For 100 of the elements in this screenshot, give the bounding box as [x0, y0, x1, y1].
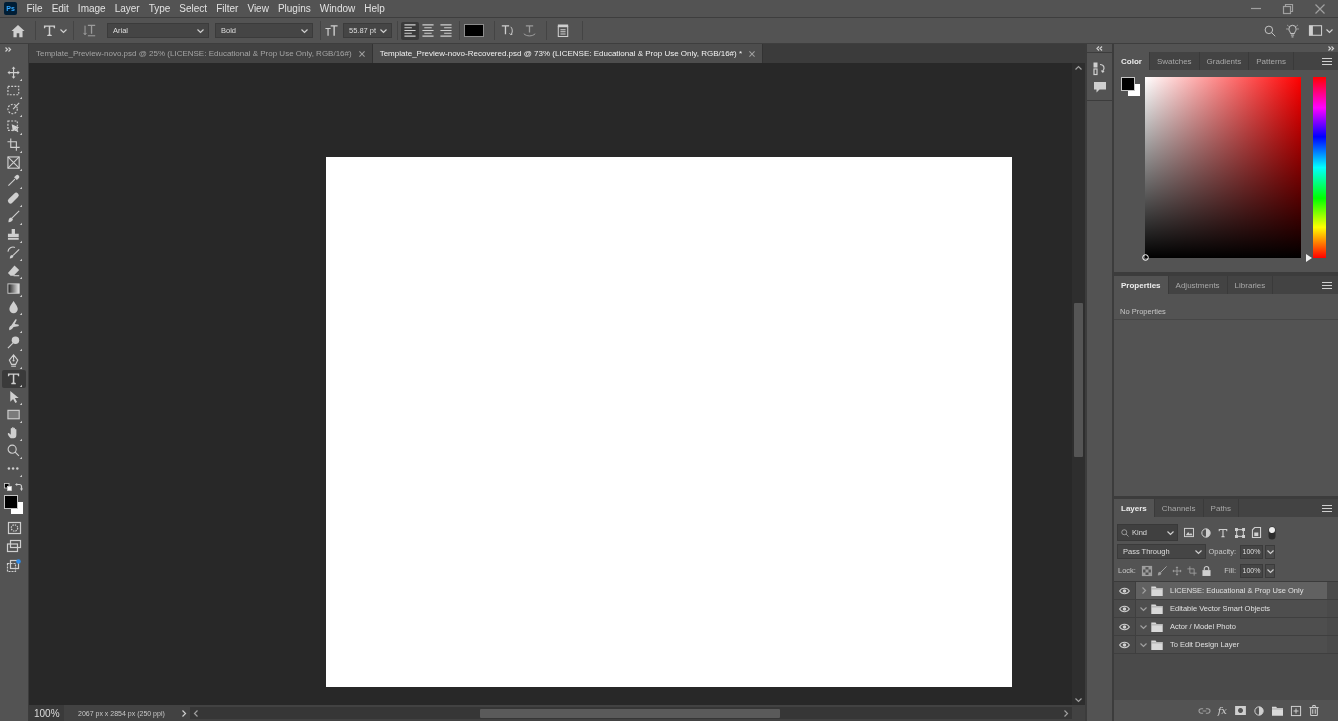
panel-tab[interactable]: Layers	[1114, 499, 1155, 517]
scrollbar-thumb[interactable]	[480, 708, 780, 718]
panel-tab[interactable]: Color	[1114, 52, 1150, 70]
letter-t-icon[interactable]	[1218, 527, 1228, 538]
close-icon[interactable]	[1315, 3, 1325, 14]
panel-tab[interactable]: Swatches	[1149, 52, 1200, 70]
link-icon[interactable]	[1198, 707, 1210, 714]
panel-tab[interactable]: Channels	[1154, 499, 1204, 517]
menu-item[interactable]: Plugins	[273, 2, 316, 15]
filter-toggle[interactable]	[1268, 525, 1276, 540]
eye-icon[interactable]	[1119, 622, 1130, 631]
panel-tab[interactable]: Patterns	[1249, 52, 1295, 70]
scrollbar-thumb[interactable]	[1074, 303, 1083, 457]
workspace-icon[interactable]	[1309, 25, 1322, 36]
trash-icon[interactable]	[1309, 705, 1319, 716]
transform-box-icon[interactable]	[1235, 527, 1245, 538]
caret-icon	[197, 28, 204, 33]
caret-icon[interactable]	[60, 28, 67, 33]
menu-item[interactable]: Layer	[110, 2, 145, 15]
color-swatches-icon[interactable]	[1121, 77, 1141, 97]
align-button[interactable]	[401, 21, 419, 40]
panel-tab[interactable]: Adjustments	[1168, 276, 1228, 294]
color-swatches-icon[interactable]	[4, 495, 24, 515]
half-circle-icon[interactable]	[1201, 527, 1211, 538]
align-button[interactable]	[419, 21, 437, 40]
vertical-scrollbar[interactable]	[1072, 63, 1085, 705]
double-chevron-right-icon[interactable]	[1328, 45, 1335, 51]
menu-item[interactable]: Edit	[47, 2, 74, 15]
chevron-up-icon[interactable]	[1075, 66, 1082, 70]
align-button[interactable]	[437, 21, 455, 40]
menu-item[interactable]: Filter	[211, 2, 243, 15]
panel-tab[interactable]: Libraries	[1227, 276, 1274, 294]
menu-item[interactable]: Help	[359, 2, 390, 15]
menu-item[interactable]: Select	[174, 2, 212, 15]
close-icon[interactable]	[749, 50, 756, 57]
align-right-icon	[440, 24, 452, 37]
caret-icon[interactable]	[1326, 28, 1333, 33]
checkerboard-icon[interactable]	[1141, 565, 1152, 576]
menu-item[interactable]: Image	[73, 2, 111, 15]
chevron-left-icon[interactable]	[194, 709, 198, 717]
search-icon[interactable]	[1264, 24, 1276, 37]
align-left-icon	[404, 24, 416, 37]
document-tab[interactable]: Template_Preview-novo-Recovered.psd @ 73% (LICENSE: Educational & Prop Use Only, RGB/16#) *	[372, 44, 764, 63]
panel-menu-icon[interactable]	[1322, 281, 1332, 289]
panel-tab[interactable]: Gradients	[1199, 52, 1250, 70]
lock-icon[interactable]	[1201, 565, 1211, 576]
panel-menu-icon[interactable]	[1322, 57, 1332, 65]
home-icon[interactable]	[11, 23, 25, 38]
double-chevron-left-icon[interactable]	[1096, 45, 1103, 51]
fill-slider-button[interactable]	[1265, 563, 1275, 578]
text-orientation-icon[interactable]	[83, 24, 96, 37]
chevron-down-icon[interactable]	[1140, 642, 1147, 647]
eye-icon[interactable]	[1119, 604, 1130, 613]
horizontal-scrollbar[interactable]	[190, 707, 1072, 719]
eye-icon[interactable]	[1119, 586, 1130, 595]
double-chevron-right-icon[interactable]	[5, 47, 12, 52]
half-circle-icon[interactable]	[1254, 705, 1264, 716]
menu-item[interactable]: Type	[144, 2, 175, 15]
effects-button[interactable]: fx	[1217, 705, 1227, 716]
slider-thumb[interactable]	[1306, 254, 1312, 262]
close-icon[interactable]	[358, 50, 365, 57]
panel-tab[interactable]: Properties	[1114, 276, 1169, 294]
chevron-down-icon[interactable]	[1140, 606, 1147, 611]
document-tab[interactable]: Template_Preview-novo.psd @ 25% (LICENSE: Educational & Prop Use Only, RGB/16#)	[29, 44, 373, 63]
picker-ring-icon	[1142, 254, 1149, 261]
menu-item[interactable]: View	[242, 2, 274, 15]
history-icon[interactable]	[1093, 62, 1106, 75]
mask-icon[interactable]	[1235, 706, 1246, 715]
smart-object-icon[interactable]	[1252, 527, 1261, 538]
default-colors-icon[interactable]	[4, 483, 12, 491]
menu-item[interactable]: File	[22, 2, 48, 15]
text-3d-icon[interactable]	[523, 24, 536, 37]
screen-mode-icon[interactable]	[7, 540, 21, 552]
image-icon[interactable]	[1184, 528, 1194, 537]
chevron-down-icon[interactable]	[1075, 698, 1082, 702]
folder-icon	[1151, 639, 1163, 650]
chevron-right-icon[interactable]	[1064, 709, 1068, 717]
restore-icon[interactable]	[1283, 3, 1293, 14]
quick-mask-icon[interactable]	[7, 522, 21, 534]
notepad-icon[interactable]	[557, 24, 569, 37]
tool-button[interactable]	[2, 370, 26, 388]
chevron-right-icon[interactable]	[182, 709, 186, 717]
panel-menu-icon[interactable]	[1322, 504, 1332, 512]
opacity-slider-button[interactable]	[1265, 544, 1275, 559]
move-arrows-icon[interactable]	[1171, 565, 1182, 576]
chevron-down-icon[interactable]	[1140, 624, 1147, 629]
color-field[interactable]	[1145, 77, 1301, 258]
plus-square-icon[interactable]	[1291, 705, 1301, 716]
menu-item[interactable]: Window	[315, 2, 360, 15]
panel-tab[interactable]: Paths	[1203, 499, 1240, 517]
folder-icon[interactable]	[1272, 705, 1283, 716]
letter-t-icon[interactable]	[43, 24, 56, 37]
text-color-swatch[interactable]	[464, 24, 484, 37]
lightbulb-icon[interactable]	[1286, 23, 1299, 38]
eye-icon[interactable]	[1119, 640, 1130, 649]
brush-icon[interactable]	[1156, 565, 1167, 576]
zoom-field[interactable]: 100%	[29, 705, 64, 721]
comment-icon[interactable]	[1093, 82, 1106, 93]
warp-text-icon[interactable]	[501, 24, 514, 37]
swap-arrow-icon[interactable]	[15, 483, 23, 491]
